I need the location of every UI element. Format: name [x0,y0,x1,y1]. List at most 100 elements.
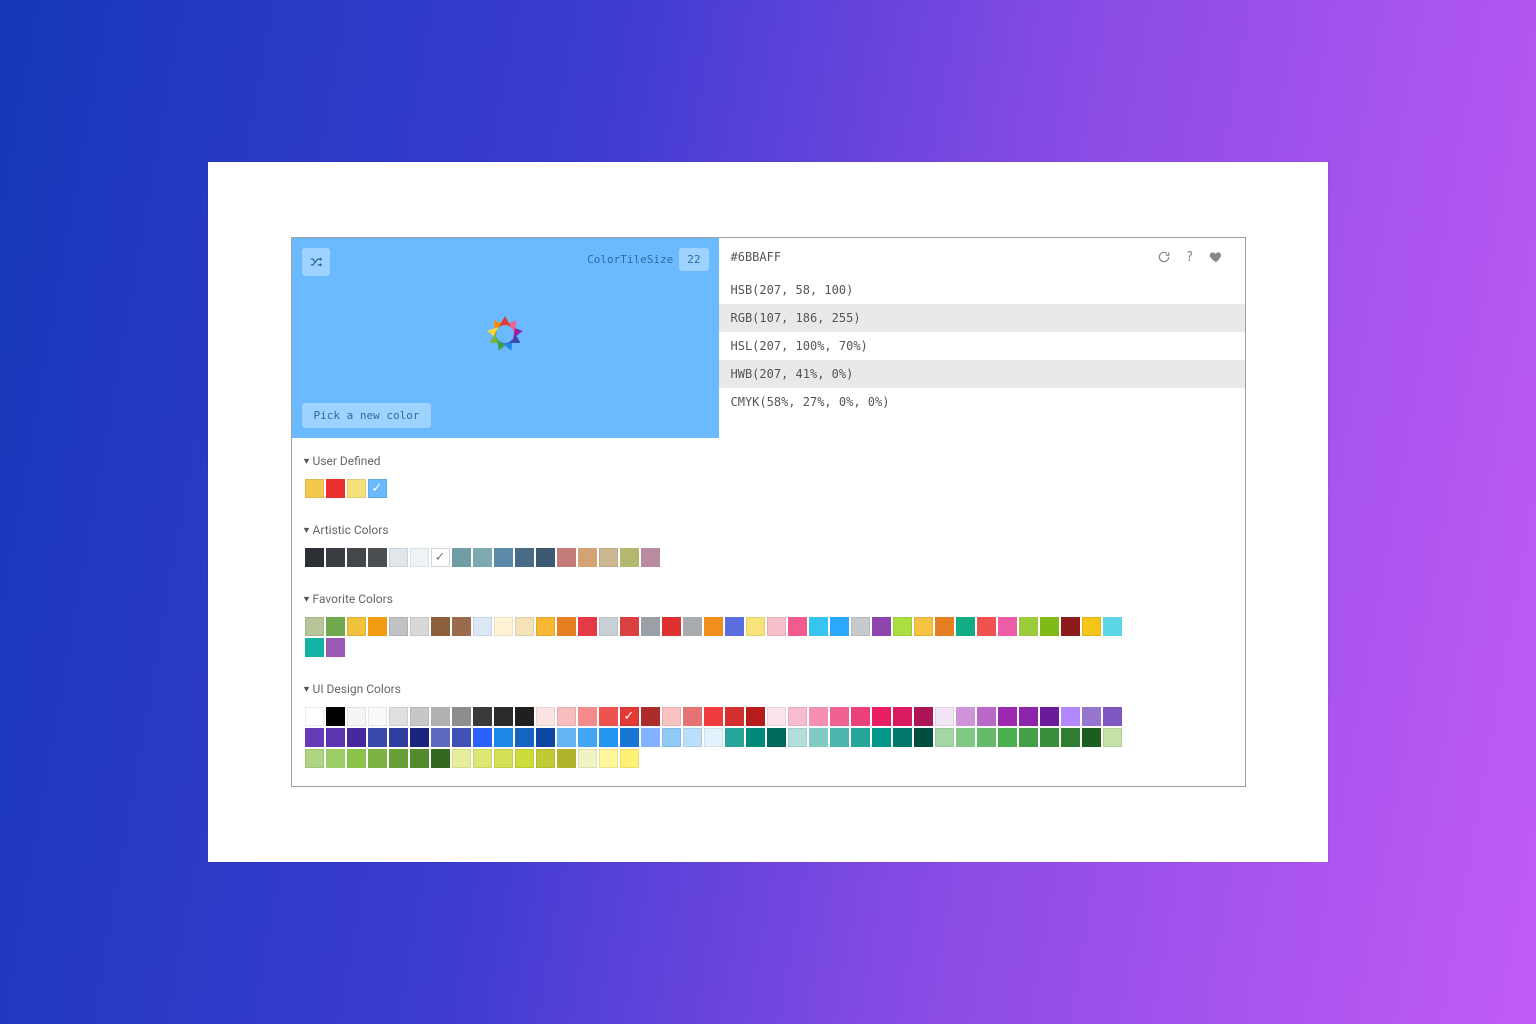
tile-size-value[interactable]: 22 [679,248,708,271]
color-tile[interactable] [368,548,387,567]
color-tile[interactable] [305,728,324,747]
color-value-row[interactable]: HSL(207, 100%, 70%) [719,332,1245,360]
color-tile[interactable] [473,728,492,747]
color-tile[interactable] [326,617,345,636]
color-tile[interactable] [536,728,555,747]
color-tile[interactable] [368,617,387,636]
color-tile[interactable] [515,749,534,768]
color-tile[interactable] [809,728,828,747]
color-tile[interactable]: ✓ [431,548,450,567]
color-tile[interactable] [599,548,618,567]
color-tile[interactable] [431,749,450,768]
color-tile[interactable] [893,707,912,726]
color-tile[interactable] [557,548,576,567]
color-tile[interactable] [893,617,912,636]
color-tile[interactable] [914,728,933,747]
color-tile[interactable] [1019,617,1038,636]
color-tile[interactable] [641,617,660,636]
color-tile[interactable] [935,728,954,747]
pick-color-button[interactable]: Pick a new color [302,403,432,428]
color-tile[interactable] [410,548,429,567]
color-tile[interactable] [431,617,450,636]
color-tile[interactable] [1082,728,1101,747]
color-tile[interactable] [830,707,849,726]
color-tile[interactable] [578,548,597,567]
shuffle-button[interactable] [302,248,330,276]
color-tile[interactable] [788,617,807,636]
color-tile[interactable] [1082,707,1101,726]
section-title-artistic[interactable]: Artistic Colors [304,517,1233,543]
section-title-user-defined[interactable]: User Defined [304,448,1233,474]
color-tile[interactable] [1103,707,1122,726]
color-tile[interactable] [683,707,702,726]
color-tile[interactable] [956,707,975,726]
color-tile[interactable] [452,749,471,768]
color-tile[interactable] [452,707,471,726]
help-button[interactable]: ? [1179,246,1201,268]
color-tile[interactable] [977,728,996,747]
color-tile[interactable] [1040,707,1059,726]
color-tile[interactable] [473,617,492,636]
color-tile[interactable] [452,548,471,567]
color-tile[interactable] [977,707,996,726]
color-tile[interactable] [347,479,366,498]
color-tile[interactable] [305,479,324,498]
color-tile[interactable] [620,548,639,567]
section-title-ui-design[interactable]: UI Design Colors [304,676,1233,702]
color-tile[interactable] [326,728,345,747]
color-tile[interactable] [620,749,639,768]
favorite-button[interactable] [1205,246,1227,268]
color-tile[interactable] [809,707,828,726]
color-tile[interactable] [305,548,324,567]
color-tile[interactable] [893,728,912,747]
color-tile[interactable] [326,548,345,567]
color-tile[interactable] [620,617,639,636]
color-tile[interactable] [1061,728,1080,747]
color-tile[interactable] [578,617,597,636]
reload-button[interactable] [1153,246,1175,268]
color-value-row[interactable]: RGB(107, 186, 255) [719,304,1245,332]
color-tile[interactable] [326,479,345,498]
color-tile[interactable]: ✓ [620,707,639,726]
color-tile[interactable] [746,707,765,726]
color-tile[interactable] [578,749,597,768]
color-tile[interactable] [662,728,681,747]
color-tile[interactable] [704,617,723,636]
color-tile[interactable] [305,707,324,726]
color-tile[interactable] [410,728,429,747]
color-tile[interactable] [326,749,345,768]
color-tile[interactable] [935,617,954,636]
color-tile[interactable] [431,728,450,747]
color-tile[interactable] [746,617,765,636]
color-tile[interactable] [326,707,345,726]
color-tile[interactable] [830,728,849,747]
color-tile[interactable] [641,707,660,726]
color-tile[interactable] [998,617,1017,636]
color-tile[interactable] [788,728,807,747]
color-tile[interactable] [1019,707,1038,726]
color-tile[interactable] [725,617,744,636]
color-tile[interactable] [704,728,723,747]
color-tile[interactable] [347,707,366,726]
color-tile[interactable] [536,749,555,768]
color-value-row[interactable]: CMYK(58%, 27%, 0%, 0%) [719,388,1245,416]
color-tile[interactable] [389,617,408,636]
color-tile[interactable] [1103,728,1122,747]
color-tile[interactable] [494,548,513,567]
color-tile[interactable] [473,707,492,726]
color-tile[interactable] [578,728,597,747]
color-tile[interactable] [1040,617,1059,636]
color-tile[interactable] [704,707,723,726]
color-tile[interactable] [809,617,828,636]
color-tile[interactable] [368,749,387,768]
color-tile[interactable] [536,548,555,567]
color-tile[interactable] [998,728,1017,747]
color-value-row[interactable]: HSB(207, 58, 100) [719,276,1245,304]
color-tile[interactable] [620,728,639,747]
color-tile[interactable] [410,749,429,768]
color-tile[interactable] [599,749,618,768]
color-tile[interactable] [872,617,891,636]
color-tile[interactable] [557,707,576,726]
color-tile[interactable] [977,617,996,636]
color-tile[interactable] [515,548,534,567]
